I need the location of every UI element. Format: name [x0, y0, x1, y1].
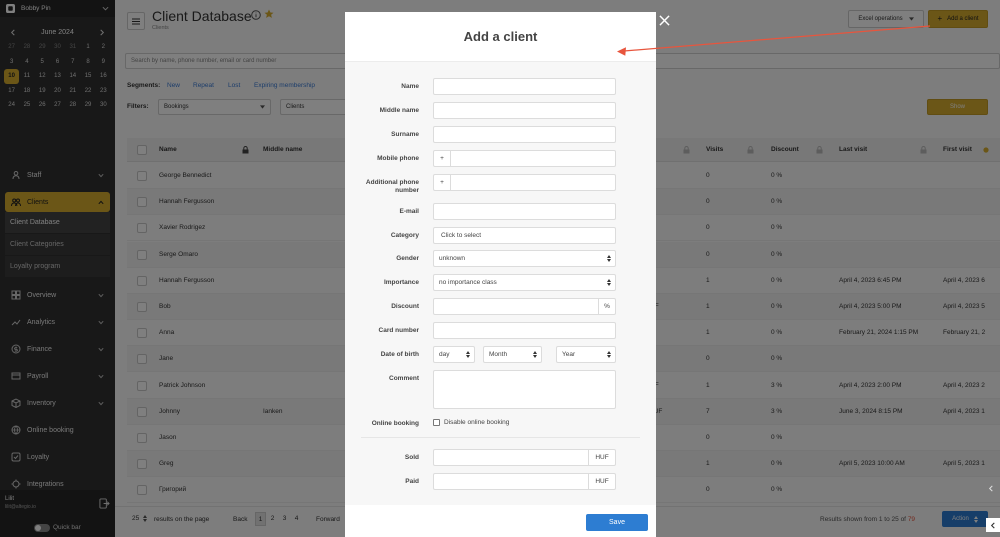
disable-online-booking-checkbox[interactable]: [433, 419, 440, 426]
gender-value: unknown: [439, 255, 466, 262]
scroll-handle[interactable]: [988, 485, 1000, 495]
surname-input[interactable]: [433, 126, 616, 143]
comment-textarea[interactable]: [433, 370, 616, 409]
date-of-birth-label: Date of birth: [380, 351, 419, 358]
collapse-panel-button[interactable]: [986, 518, 1000, 532]
paid-label: Paid: [405, 478, 419, 485]
sold-input[interactable]: HUF: [433, 449, 616, 466]
gender-label: Gender: [396, 255, 419, 262]
category-label: Category: [390, 232, 419, 239]
surname-label: Surname: [391, 131, 419, 138]
discount-input[interactable]: %: [433, 298, 616, 315]
gender-select[interactable]: unknown: [433, 250, 616, 267]
dob-year-value: Year: [562, 351, 576, 358]
sold-label: Sold: [404, 454, 419, 461]
dob-month-value: Month: [489, 351, 508, 358]
close-icon[interactable]: [659, 15, 670, 26]
sort-arrows-icon: [607, 351, 611, 358]
paid-input[interactable]: HUF: [433, 473, 616, 490]
online-booking-label: Online booking: [371, 420, 419, 427]
email-input[interactable]: [433, 203, 616, 220]
card-number-input[interactable]: [433, 322, 616, 339]
mobile-phone-label: Mobile phone: [377, 155, 419, 162]
mobile-phone-input[interactable]: +: [433, 150, 616, 167]
chevron-left-icon: [988, 485, 993, 492]
importance-select[interactable]: no importance class: [433, 274, 616, 291]
importance-value: no importance class: [439, 279, 497, 286]
add-client-modal: Add a client Name Middle name Surname Mo…: [345, 12, 656, 537]
modal-footer: Save: [345, 505, 656, 537]
dob-day-select[interactable]: day: [433, 346, 475, 363]
category-select[interactable]: Click to select: [433, 227, 616, 244]
sort-arrows-icon: [533, 351, 537, 358]
additional-phone-label: Additional phone number: [365, 179, 419, 194]
currency-suffix: HUF: [588, 450, 615, 465]
name-input[interactable]: [433, 78, 616, 95]
disable-online-booking-label: Disable online booking: [444, 419, 510, 426]
chevron-left-icon: [990, 521, 995, 529]
dob-day-value: day: [439, 351, 450, 358]
importance-label: Importance: [383, 279, 419, 286]
sort-arrows-icon: [607, 255, 611, 262]
middle-name-label: Middle name: [379, 107, 419, 114]
sort-arrows-icon: [607, 279, 611, 286]
percent-suffix: %: [598, 299, 615, 314]
save-label: Save: [609, 519, 625, 526]
divider: [361, 437, 640, 438]
dob-year-select[interactable]: Year: [556, 346, 616, 363]
phone-prefix: +: [434, 151, 451, 166]
dob-month-select[interactable]: Month: [483, 346, 542, 363]
add-client-form: Name Middle name Surname Mobile phone + …: [345, 62, 656, 505]
discount-label: Discount: [391, 303, 419, 310]
additional-phone-input[interactable]: +: [433, 174, 616, 191]
comment-label: Comment: [389, 375, 419, 382]
save-button[interactable]: Save: [586, 514, 648, 531]
sort-arrows-icon: [466, 351, 470, 358]
card-number-label: Card number: [378, 327, 419, 334]
middle-name-input[interactable]: [433, 102, 616, 119]
phone-prefix: +: [434, 175, 451, 190]
modal-title: Add a client: [345, 12, 656, 62]
name-label: Name: [401, 83, 419, 90]
currency-suffix: HUF: [588, 474, 615, 489]
email-label: E-mail: [399, 208, 419, 215]
